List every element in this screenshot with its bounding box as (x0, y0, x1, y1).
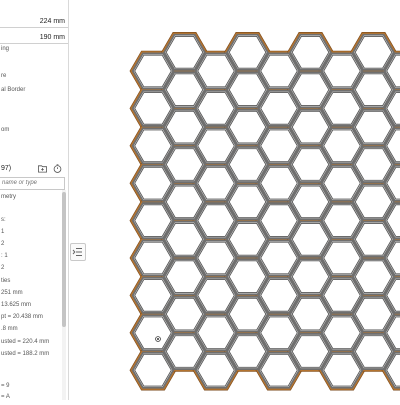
param-14: = A (1, 394, 10, 400)
collapse-panel-button[interactable] (70, 243, 86, 261)
option-5[interactable]: om (1, 126, 9, 135)
param-8: 13.625 mm (1, 302, 32, 308)
width-field[interactable]: 224 mm (0, 16, 68, 28)
search-field[interactable] (0, 177, 65, 190)
width-value: 224 mm (39, 18, 65, 25)
option-2[interactable]: re (1, 72, 6, 81)
list-collapse-icon (72, 248, 82, 256)
properties-panel: 224 mm 190 mm ing re al Border om 97) me… (0, 0, 69, 400)
param-11: usted = 220.4 mm (1, 339, 50, 345)
param-1: s: (1, 217, 6, 223)
add-folder-icon[interactable] (38, 164, 47, 173)
param-12: usted = 188.2 mm (1, 351, 50, 357)
model-viewport[interactable] (86, 0, 400, 400)
search-input[interactable] (0, 178, 60, 188)
hex-grid-model[interactable] (86, 0, 400, 400)
param-6: ties (1, 278, 11, 284)
param-2: 1 (1, 229, 5, 235)
param-0: metry (1, 194, 16, 200)
param-9: pt = 20.438 mm (1, 314, 43, 320)
height-value: 190 mm (39, 34, 65, 41)
cells-layer (131, 33, 400, 389)
option-1[interactable]: ing (1, 45, 9, 54)
param-13: = 9 (1, 383, 10, 389)
parameters-title: 97) (1, 165, 12, 172)
option-3[interactable]: al Border (1, 86, 25, 95)
param-7: 251 mm (1, 290, 23, 296)
param-3: 2 (1, 241, 5, 247)
scrollbar-thumb[interactable] (62, 192, 66, 327)
param-10: .8 mm (1, 326, 18, 332)
parameters-header: 97) (0, 163, 68, 175)
panel-scrollbar[interactable] (62, 190, 66, 400)
param-4: : 1 (1, 253, 8, 259)
param-5: 2 (1, 265, 5, 271)
timer-icon[interactable] (53, 164, 62, 173)
height-field[interactable]: 190 mm (0, 32, 68, 44)
